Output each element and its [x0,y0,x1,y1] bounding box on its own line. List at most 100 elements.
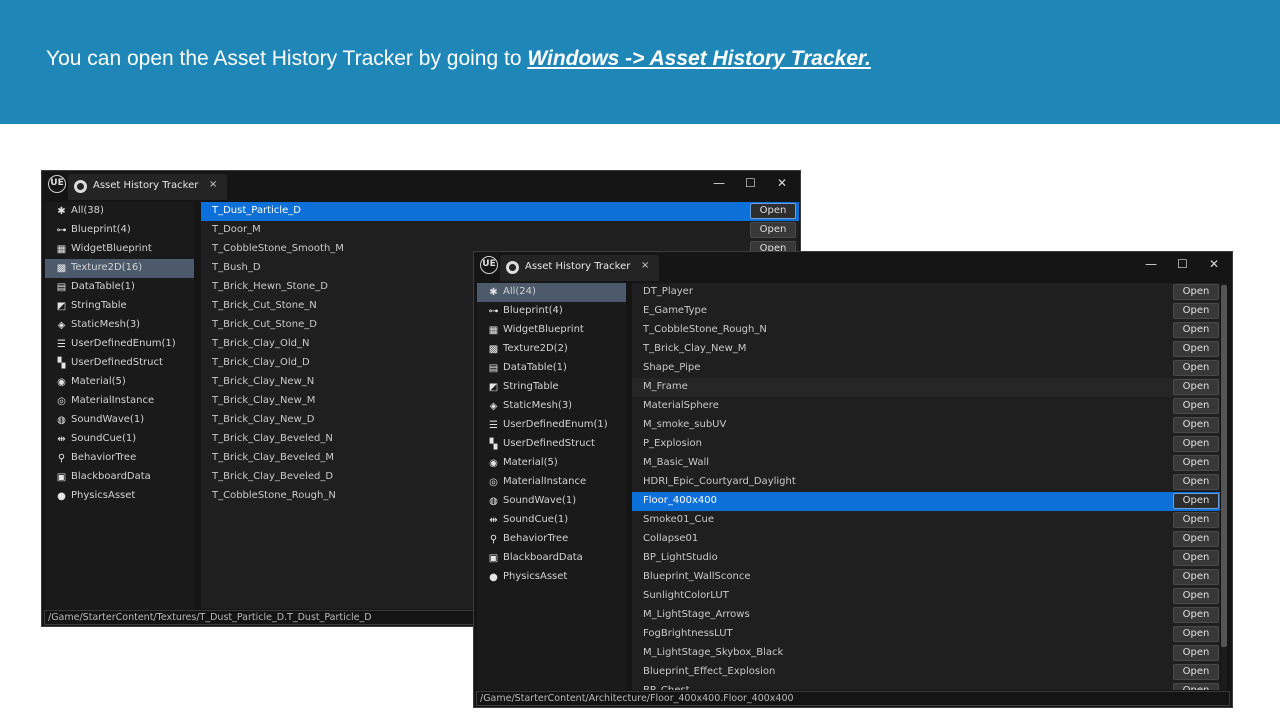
sidebar-item[interactable]: ◍ SoundWave(1) [477,492,626,511]
table-row[interactable]: MaterialSphere Open [632,397,1220,416]
table-row[interactable]: Blueprint_Effect_Explosion Open [632,663,1220,682]
sidebar-item[interactable]: ▩ Texture2D(2) [477,340,626,359]
open-button[interactable]: Open [1173,474,1219,490]
asset-name: T_Brick_Clay_Old_N [212,338,310,349]
table-row[interactable]: Blueprint_WallSconce Open [632,568,1220,587]
sidebar-item[interactable]: ⊶ Blueprint(4) [45,221,194,240]
open-button[interactable]: Open [1173,550,1219,566]
open-button[interactable]: Open [1173,398,1219,414]
minimize-button[interactable]: — [713,176,725,190]
sidebar-item[interactable]: ◉ Material(5) [477,454,626,473]
table-row[interactable]: T_Brick_Clay_New_M Open [632,340,1220,359]
table-row[interactable]: P_Explosion Open [632,435,1220,454]
maximize-button[interactable]: ☐ [1177,257,1188,271]
close-window-button[interactable]: ✕ [1209,257,1219,271]
open-button[interactable]: Open [1173,455,1219,471]
open-button[interactable]: Open [1173,683,1219,690]
open-button[interactable]: Open [1173,645,1219,661]
table-row[interactable]: Shape_Pipe Open [632,359,1220,378]
sidebar-item[interactable]: ◩ StringTable [477,378,626,397]
sidebar-item[interactable]: ☰ UserDefinedEnum(1) [45,335,194,354]
sidebar-item[interactable]: ▚ UserDefinedStruct [477,435,626,454]
open-button[interactable]: Open [1173,493,1219,509]
open-button[interactable]: Open [1173,626,1219,642]
sidebar-item-label: UserDefinedStruct [71,357,163,368]
open-button[interactable]: Open [1173,417,1219,433]
sidebar-item[interactable]: ◍ SoundWave(1) [45,411,194,430]
sidebar-item[interactable]: ▤ DataTable(1) [45,278,194,297]
sidebar-item[interactable]: ▩ Texture2D(16) [45,259,194,278]
table-row[interactable]: HDRI_Epic_Courtyard_Daylight Open [632,473,1220,492]
sidebar-item[interactable]: ◈ StaticMesh(3) [45,316,194,335]
open-button[interactable]: Open [1173,569,1219,585]
sidebar-item[interactable]: ▚ UserDefinedStruct [45,354,194,373]
table-row[interactable]: E_GameType Open [632,302,1220,321]
sidebar-item[interactable]: ✱ All(38) [45,202,194,221]
open-button[interactable]: Open [1173,284,1219,300]
table-row[interactable]: T_Dust_Particle_D Open [201,202,799,221]
table-row[interactable]: M_Frame Open [632,378,1220,397]
table-row[interactable]: M_LightStage_Arrows Open [632,606,1220,625]
sidebar-item[interactable]: ⇹ SoundCue(1) [477,511,626,530]
table-row[interactable]: Floor_400x400 Open [632,492,1220,511]
sidebar-item[interactable]: ▦ WidgetBlueprint [477,321,626,340]
scrollbar-thumb[interactable] [1221,285,1227,647]
sidebar-item[interactable]: ● PhysicsAsset [45,487,194,506]
sidebar-item[interactable]: ◎ MaterialInstance [45,392,194,411]
open-button[interactable]: Open [1173,531,1219,547]
table-row[interactable]: DT_Player Open [632,283,1220,302]
table-row[interactable]: FogBrightnessLUT Open [632,625,1220,644]
open-button[interactable]: Open [1173,360,1219,376]
close-window-button[interactable]: ✕ [777,176,787,190]
open-button[interactable]: Open [1173,436,1219,452]
asset-name: T_Brick_Clay_Beveled_M [212,452,334,463]
table-row[interactable]: M_LightStage_Skybox_Black Open [632,644,1220,663]
table-row[interactable]: M_Basic_Wall Open [632,454,1220,473]
asset-name: T_Brick_Clay_Old_D [212,357,310,368]
sidebar-item[interactable]: ▦ WidgetBlueprint [45,240,194,259]
tab-asset-history-tracker[interactable]: Asset History Tracker × [500,255,659,281]
table-row[interactable]: BP_LightStudio Open [632,549,1220,568]
sidebar-item[interactable]: ☰ UserDefinedEnum(1) [477,416,626,435]
sidebar-item[interactable]: ⇹ SoundCue(1) [45,430,194,449]
sidebar-item[interactable]: ◎ MaterialInstance [477,473,626,492]
sidebar-item[interactable]: ✱ All(24) [477,283,626,302]
open-button[interactable]: Open [1173,664,1219,680]
maximize-button[interactable]: ☐ [745,176,756,190]
sidebar-item[interactable]: ⊶ Blueprint(4) [477,302,626,321]
sidebar-item[interactable]: ▣ BlackboardData [477,549,626,568]
open-button[interactable]: Open [1173,341,1219,357]
table-row[interactable]: BP_Chest Open [632,682,1220,690]
tab-close-icon[interactable]: × [209,179,217,190]
sidebar-item[interactable]: ◩ StringTable [45,297,194,316]
sidebar-item[interactable]: ▣ BlackboardData [45,468,194,487]
open-button[interactable]: Open [1173,303,1219,319]
open-button[interactable]: Open [1173,607,1219,623]
soundwave-icon: ◍ [57,415,66,426]
sidebar-item[interactable]: ⚲ BehaviorTree [477,530,626,549]
sidebar-item-label: SoundWave(1) [71,414,145,425]
tab-close-icon[interactable]: × [641,260,649,271]
open-button[interactable]: Open [1173,588,1219,604]
open-button[interactable]: Open [750,222,796,238]
table-row[interactable]: SunlightColorLUT Open [632,587,1220,606]
asset-name: T_Brick_Clay_New_D [212,414,315,425]
open-button[interactable]: Open [750,203,796,219]
sidebar-item[interactable]: ⚲ BehaviorTree [45,449,194,468]
sidebar-item[interactable]: ● PhysicsAsset [477,568,626,587]
table-row[interactable]: M_smoke_subUV Open [632,416,1220,435]
tab-asset-history-tracker[interactable]: Asset History Tracker × [68,174,227,200]
sidebar-item[interactable]: ▤ DataTable(1) [477,359,626,378]
table-row[interactable]: T_Door_M Open [201,221,799,240]
table-row[interactable]: Smoke01_Cue Open [632,511,1220,530]
sidebar-item[interactable]: ◉ Material(5) [45,373,194,392]
sidebar-item[interactable]: ◈ StaticMesh(3) [477,397,626,416]
banner-link[interactable]: Windows -> Asset History Tracker. [527,47,871,70]
open-button[interactable]: Open [1173,322,1219,338]
minimize-button[interactable]: — [1145,257,1157,271]
list-scrollbar[interactable] [1221,283,1227,690]
open-button[interactable]: Open [1173,512,1219,528]
table-row[interactable]: Collapse01 Open [632,530,1220,549]
table-row[interactable]: T_CobbleStone_Rough_N Open [632,321,1220,340]
open-button[interactable]: Open [1173,379,1219,395]
